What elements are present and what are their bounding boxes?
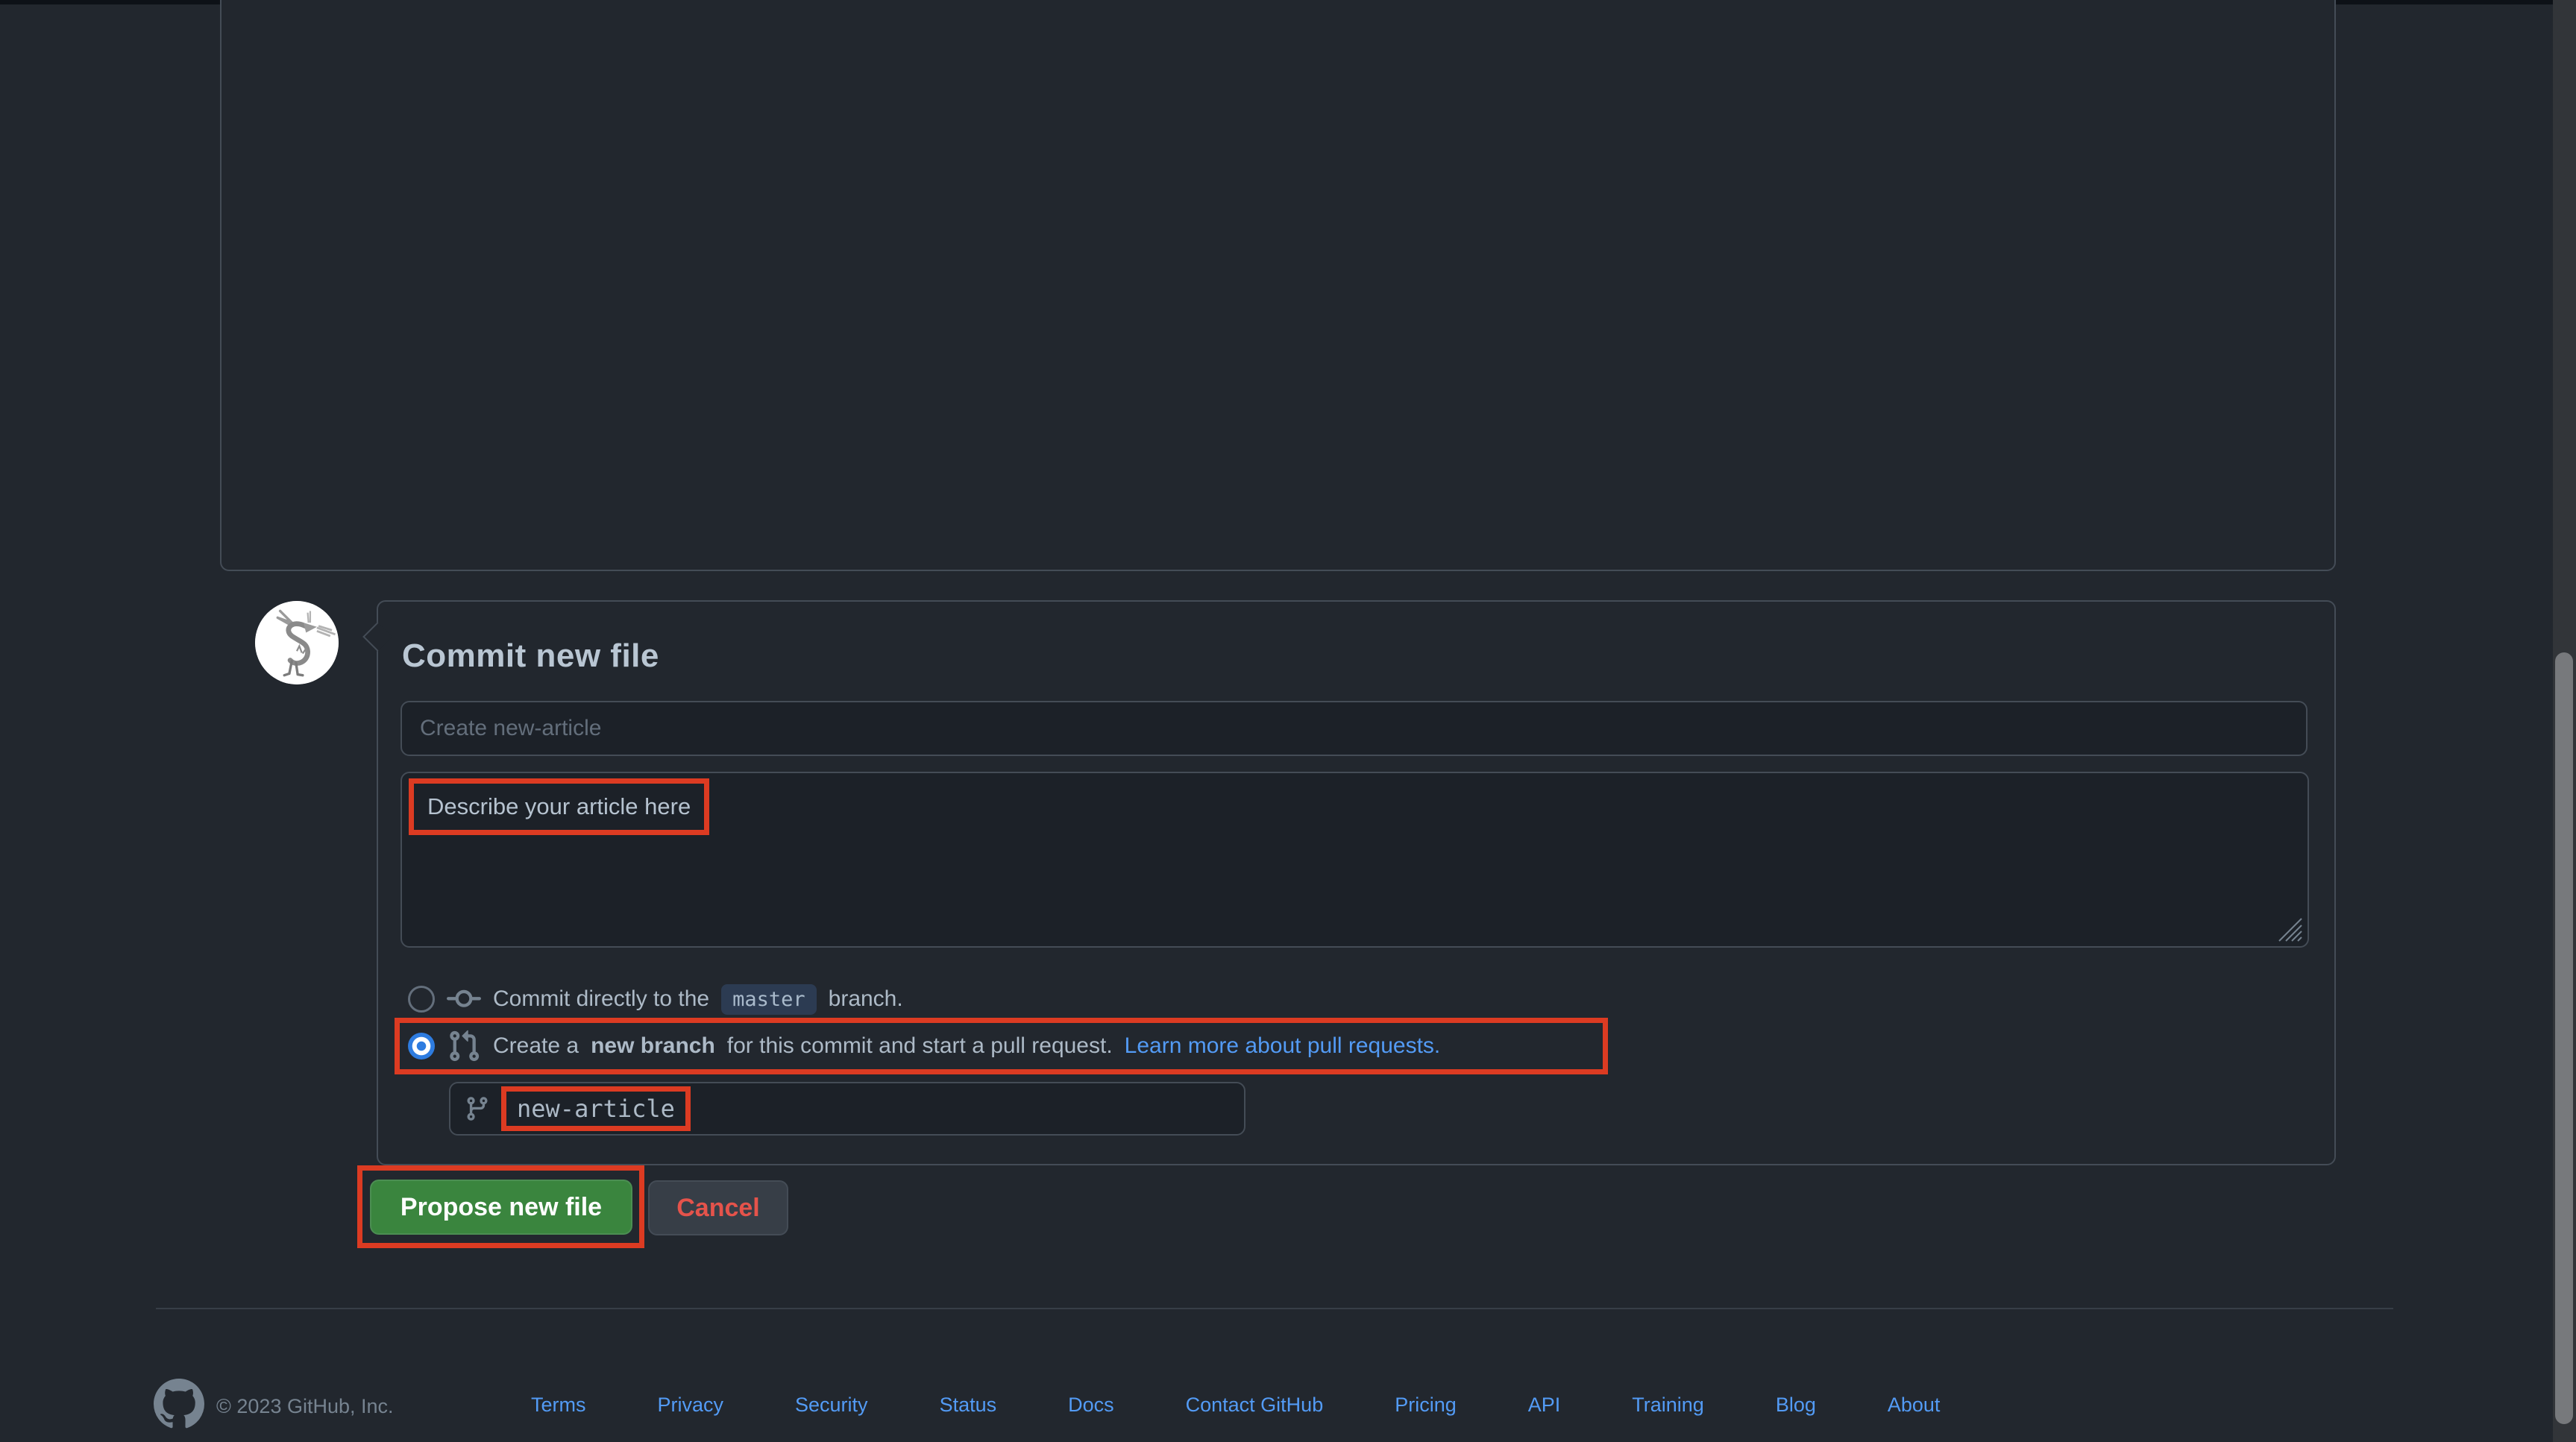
annotation-box-description: Describe your article here	[409, 778, 709, 835]
footer-link-status[interactable]: Status	[940, 1394, 997, 1417]
propose-new-file-button[interactable]: Propose new file	[370, 1180, 632, 1235]
branch-badge-master: master	[721, 984, 817, 1015]
git-commit-icon	[447, 982, 481, 1016]
footer-link-blog[interactable]: Blog	[1776, 1394, 1816, 1417]
footer-link-pricing[interactable]: Pricing	[1395, 1394, 1457, 1417]
commit-new-file-card: Commit new file Describe your article he…	[377, 600, 2336, 1165]
footer-link-about[interactable]: About	[1888, 1394, 1941, 1417]
page-title: Commit new file	[402, 637, 659, 675]
github-logo-icon[interactable]	[154, 1379, 204, 1433]
footer-link-security[interactable]: Security	[795, 1394, 868, 1417]
branch-name-value: new-article	[517, 1095, 675, 1123]
file-editor-panel[interactable]	[220, 0, 2336, 571]
footer-links: Terms Privacy Security Status Docs Contact Gi…	[531, 1394, 1940, 1417]
footer-link-training[interactable]: Training	[1632, 1394, 1704, 1417]
scrollbar-track[interactable]	[2553, 0, 2576, 1442]
git-branch-icon	[464, 1095, 491, 1122]
git-pull-request-icon	[447, 1029, 481, 1063]
radio-commit-direct[interactable]: Commit directly to the master branch.	[408, 975, 903, 1024]
resize-handle-icon[interactable]	[2277, 916, 2304, 943]
commit-summary-input[interactable]	[400, 701, 2308, 756]
annotation-box-propose-button: Propose new file	[357, 1165, 644, 1248]
radio-branch-label-end: for this commit and start a pull request…	[727, 1033, 1113, 1059]
footer-link-privacy[interactable]: Privacy	[658, 1394, 724, 1417]
pull-requests-learn-more-link[interactable]: Learn more about pull requests.	[1125, 1033, 1441, 1059]
dragon-avatar-image	[255, 601, 339, 684]
cancel-button[interactable]: Cancel	[648, 1180, 788, 1235]
footer-link-terms[interactable]: Terms	[531, 1394, 586, 1417]
radio-direct-label-after: branch.	[829, 986, 903, 1012]
annotation-box-branch-value: new-article	[501, 1086, 691, 1131]
branch-name-input[interactable]: new-article	[449, 1082, 1245, 1136]
radio-create-branch[interactable]	[408, 1033, 435, 1060]
footer-link-contact-github[interactable]: Contact GitHub	[1186, 1394, 1324, 1417]
avatar	[255, 601, 339, 684]
radio-button-unselected[interactable]	[408, 986, 435, 1013]
footer-divider	[156, 1308, 2393, 1309]
footer-link-docs[interactable]: Docs	[1068, 1394, 1114, 1417]
scrollbar-thumb[interactable]	[2555, 652, 2573, 1424]
annotation-box-new-branch-radio: Create a new branch for this commit and …	[395, 1018, 1608, 1074]
commit-description-textarea[interactable]: Describe your article here	[400, 772, 2309, 948]
footer-copyright: © 2023 GitHub, Inc.	[216, 1395, 394, 1418]
card-caret	[362, 622, 392, 652]
footer-link-api[interactable]: API	[1528, 1394, 1561, 1417]
radio-direct-label-before: Commit directly to the	[493, 986, 709, 1012]
description-value: Describe your article here	[427, 793, 691, 820]
radio-branch-label-start: Create a	[493, 1033, 579, 1059]
radio-branch-label-bold: new branch	[591, 1033, 715, 1059]
